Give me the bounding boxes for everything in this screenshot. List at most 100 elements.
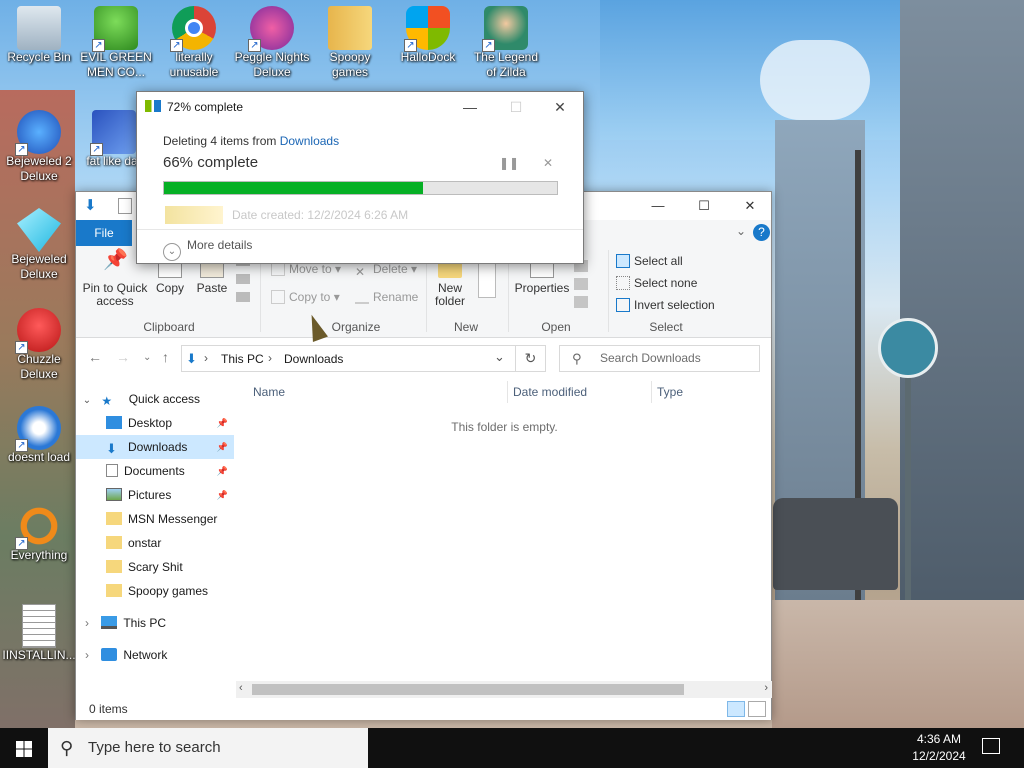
address-bar[interactable]: ⬇ › This PC › Downloads ⌄: [181, 345, 516, 372]
desktop-icon-label: Bejeweled 2 Deluxe: [6, 154, 72, 183]
action-center-icon[interactable]: [982, 738, 1000, 754]
paste-label: Paste: [196, 281, 228, 295]
refresh-button[interactable]: ↻: [516, 345, 546, 372]
pin-icon: 📌: [103, 249, 128, 271]
desktop-icon-chuzzle[interactable]: ↗ Chuzzle Deluxe: [1, 306, 77, 386]
column-header-name[interactable]: Name: [253, 385, 285, 399]
more-details-button[interactable]: ⌄ More details: [163, 238, 252, 261]
rename-button[interactable]: Rename: [355, 290, 418, 304]
desktop-icon-recycle-bin[interactable]: Recycle Bin: [1, 4, 77, 84]
taskbar-search-placeholder: Type here to search: [88, 739, 221, 756]
back-arrow-icon[interactable]: ←: [88, 349, 102, 365]
delete-button[interactable]: ✕ Delete ▾: [355, 262, 417, 279]
invert-selection-button[interactable]: Invert selection: [616, 298, 715, 312]
open-small-icons[interactable]: [574, 260, 588, 308]
desktop-icon-bejeweled[interactable]: Bejeweled Deluxe: [1, 206, 77, 286]
nav-label: Scary Shit: [128, 560, 183, 574]
desktop-icon-evil-green-men[interactable]: ↗ EVIL GREEN MEN CO...: [78, 4, 154, 84]
properties-icon[interactable]: [118, 198, 132, 214]
help-icon[interactable]: ?: [753, 224, 770, 241]
nav-item-desktop[interactable]: Desktop 📌: [76, 411, 234, 435]
search-input[interactable]: ⚲ Search Downloads: [559, 345, 760, 372]
folder-icon: [106, 584, 122, 597]
close-button[interactable]: ✕: [727, 192, 773, 220]
scrollbar-thumb[interactable]: [252, 684, 684, 695]
nav-label: Network: [123, 648, 168, 662]
windows-logo-icon: [16, 741, 32, 757]
chevron-down-icon[interactable]: ⌄: [76, 389, 98, 413]
chevron-right-icon[interactable]: ›: [76, 643, 98, 667]
desktop-icon-label: Chuzzle Deluxe: [17, 352, 61, 381]
system-clock[interactable]: 4:36 AM 12/2/2024: [898, 731, 980, 765]
nav-network[interactable]: › Network: [76, 643, 234, 667]
desktop-icon-literally-unusable[interactable]: ↗ literally unusable: [156, 4, 232, 84]
move-to-button[interactable]: Move to ▾: [271, 262, 341, 276]
nav-item-downloads[interactable]: ⬇ Downloads 📌: [76, 435, 234, 459]
group-new: New: [453, 320, 478, 334]
start-button[interactable]: [0, 728, 48, 768]
nav-item-onstar[interactable]: onstar: [76, 531, 234, 555]
desktop-icon-label: Spoopy games: [329, 50, 371, 79]
breadcrumb-this-pc[interactable]: This PC: [221, 352, 264, 366]
desktop-icon-bejeweled-2[interactable]: ↗ Bejeweled 2 Deluxe: [1, 108, 77, 188]
horizontal-scrollbar[interactable]: ‹ ›: [236, 681, 772, 698]
select-all-button[interactable]: Select all: [616, 254, 683, 268]
deleting-text: Deleting 4 items from: [163, 134, 277, 148]
more-details-label: More details: [187, 238, 253, 252]
desktop-icon-label: EVIL GREEN MEN CO...: [80, 50, 152, 79]
details-view-button[interactable]: [727, 701, 745, 717]
desktop-icon-installing[interactable]: IINSTALLIN...: [1, 602, 77, 682]
column-header-type[interactable]: Type: [657, 385, 683, 399]
nav-item-documents[interactable]: Documents 📌: [76, 459, 234, 483]
chevron-down-icon[interactable]: ⌄: [494, 349, 505, 365]
chevron-right-icon[interactable]: ›: [76, 611, 98, 635]
percent-complete: 66% complete: [163, 154, 259, 171]
taskbar: ⚲ Type here to search 4:36 AM 12/2/2024: [0, 728, 1024, 768]
forward-arrow-icon[interactable]: →: [116, 349, 130, 365]
taskbar-search-box[interactable]: ⚲ Type here to search: [48, 728, 368, 768]
close-button[interactable]: ✕: [537, 92, 583, 122]
nav-item-spoopy-games[interactable]: Spoopy games: [76, 579, 234, 603]
desktop-icon-legend-of-zilda[interactable]: ↗ The Legend of Zilda: [468, 4, 544, 84]
up-arrow-icon[interactable]: ↑: [162, 349, 169, 365]
nav-label: Quick access: [128, 392, 201, 406]
recent-locations-icon[interactable]: ⌄: [143, 352, 151, 363]
cancel-button[interactable]: ✕: [543, 156, 553, 170]
search-placeholder: Search Downloads: [600, 351, 701, 365]
column-separator[interactable]: [507, 381, 508, 403]
delete-progress-dialog: 72% complete — ☐ ✕ Deleting 4 items from…: [136, 91, 584, 264]
minimize-button[interactable]: —: [447, 92, 493, 122]
nav-label: Downloads: [128, 440, 188, 454]
scroll-right-icon[interactable]: ›: [764, 682, 768, 694]
desktop-icon-spoopy-games[interactable]: Spoopy games: [312, 4, 388, 84]
nav-item-msn-messenger[interactable]: MSN Messenger: [76, 507, 234, 531]
chevron-down-icon[interactable]: ⌄: [736, 224, 746, 238]
column-header-date-modified[interactable]: Date modified: [513, 385, 587, 399]
nav-item-scary-shit[interactable]: Scary Shit: [76, 555, 234, 579]
desktop-icon-everything[interactable]: ↗ Everything: [1, 502, 77, 582]
large-icons-view-button[interactable]: [748, 701, 766, 717]
pause-button[interactable]: ❚❚: [499, 156, 519, 170]
downloads-icon: ⬇: [106, 441, 117, 456]
copy-to-button[interactable]: Copy to ▾: [271, 290, 340, 304]
nav-label: Documents: [124, 464, 185, 478]
bird-icon: ↗: [15, 406, 61, 452]
document-icon: [22, 604, 56, 648]
column-separator[interactable]: [651, 381, 652, 403]
source-folder-link[interactable]: Downloads: [280, 134, 339, 148]
tab-file[interactable]: File: [76, 220, 132, 246]
nav-quick-access[interactable]: ⌄ ★ Quick access: [76, 387, 234, 411]
breadcrumb-downloads[interactable]: Downloads: [284, 352, 343, 366]
road-sign: [878, 318, 938, 378]
desktop-icon-hallodock[interactable]: ↗ HalloDock: [390, 4, 466, 84]
scroll-left-icon[interactable]: ‹: [239, 682, 243, 694]
minimize-button[interactable]: —: [635, 192, 681, 220]
nav-this-pc[interactable]: › This PC: [76, 611, 234, 635]
maximize-button[interactable]: ☐: [681, 192, 727, 220]
nav-item-pictures[interactable]: Pictures 📌: [76, 483, 234, 507]
desktop-icon-doesnt-load[interactable]: ↗ doesnt load: [1, 404, 77, 484]
select-none-button[interactable]: Select none: [616, 276, 697, 290]
new-item-icon[interactable]: [478, 262, 496, 298]
diamond-icon: [17, 208, 61, 252]
desktop-icon-peggle-nights[interactable]: ↗ Peggle Nights Deluxe: [234, 4, 310, 84]
